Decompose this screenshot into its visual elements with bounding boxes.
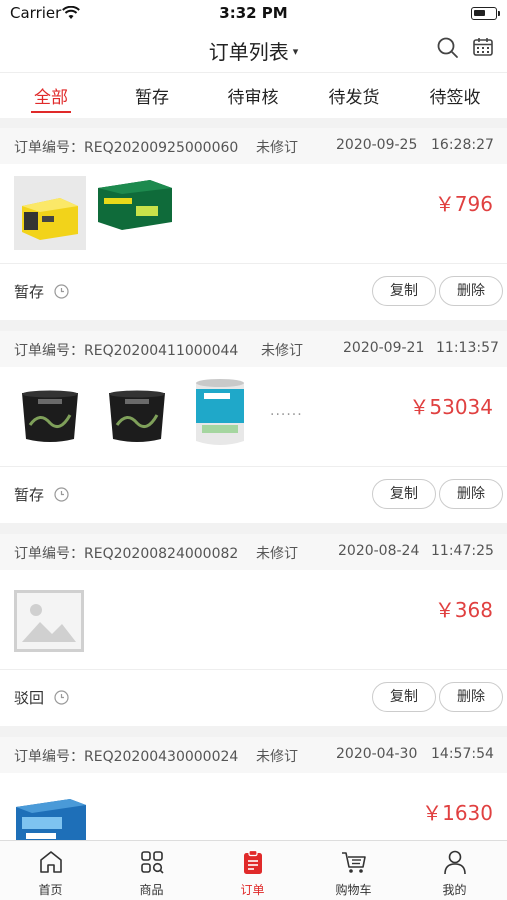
- tab-draft[interactable]: 暂存: [112, 83, 192, 108]
- order-status-tabs: 全部 暂存 待审核 待发货 待签收: [0, 72, 507, 118]
- revision-status: 未修订: [256, 546, 298, 562]
- order-footer: 暂存 复制 删除: [0, 264, 507, 320]
- order-products: ￥796: [0, 164, 507, 264]
- clock-icon: [54, 284, 69, 299]
- tabbar-home[interactable]: 首页: [0, 841, 101, 900]
- order-status: 暂存: [14, 283, 45, 301]
- order-date: 2020-09-21: [343, 340, 425, 356]
- product-thumbnail: [109, 390, 165, 442]
- order-footer: 暂存 复制 删除: [0, 467, 507, 523]
- image-placeholder-icon: [14, 590, 84, 652]
- order-time: 11:13:57: [436, 340, 499, 356]
- calendar-icon[interactable]: [472, 36, 494, 58]
- delete-button[interactable]: 删除: [439, 276, 503, 306]
- tabbar-label: 商品: [139, 883, 164, 897]
- order-header: 订单编号：REQ20200925000060 未修订 2020-09-25 16…: [0, 128, 507, 164]
- copy-button[interactable]: 复制: [372, 682, 436, 712]
- order-clipboard-icon: [244, 849, 262, 874]
- cart-icon: [342, 852, 366, 873]
- clock-icon: [54, 487, 69, 502]
- order-date: 2020-04-30: [336, 746, 418, 762]
- order-products: ￥368: [0, 570, 507, 670]
- tabbar-label: 首页: [38, 883, 63, 897]
- delete-button[interactable]: 删除: [439, 682, 503, 712]
- order-price: ￥1630: [422, 801, 493, 825]
- revision-status: 未修订: [256, 749, 298, 765]
- order-number: 订单编号：REQ20200430000024: [14, 749, 239, 765]
- order-price: ￥796: [434, 192, 493, 216]
- product-thumbnail: [196, 379, 244, 445]
- tabbar-orders[interactable]: 订单: [202, 841, 303, 900]
- revision-status: 未修订: [261, 343, 303, 359]
- grid-search-icon: [141, 851, 164, 874]
- order-time: 16:28:27: [431, 137, 494, 153]
- order-header: 订单编号：REQ20200824000082 未修订 2020-08-24 11…: [0, 534, 507, 570]
- delete-button[interactable]: 删除: [439, 479, 503, 509]
- revision-status: 未修订: [256, 140, 298, 156]
- order-products: ...... ￥53034: [0, 367, 507, 467]
- home-icon: [40, 851, 62, 873]
- order-number: 订单编号：REQ20200411000044: [14, 343, 239, 359]
- more-products-ellipsis: ......: [270, 403, 303, 419]
- copy-button[interactable]: 复制: [372, 479, 436, 509]
- status-bar: Carrier 3:32 PM: [0, 0, 507, 28]
- order-card[interactable]: 订单编号：REQ20200824000082 未修订 2020-08-24 11…: [0, 534, 507, 726]
- tab-all[interactable]: 全部: [11, 83, 91, 108]
- order-header: 订单编号：REQ20200411000044 未修订 2020-09-21 11…: [0, 331, 507, 367]
- order-card[interactable]: 订单编号：REQ20200925000060 未修订 2020-09-25 16…: [0, 128, 507, 320]
- page-title: 订单列表: [208, 40, 289, 64]
- order-header: 订单编号：REQ20200430000024 未修订 2020-04-30 14…: [0, 737, 507, 773]
- search-icon[interactable]: [436, 36, 460, 60]
- page-title-dropdown[interactable]: 订单列表 ▾: [0, 36, 507, 65]
- tab-pending-receipt[interactable]: 待签收: [415, 83, 495, 108]
- order-date: 2020-08-24: [338, 543, 420, 559]
- caret-down-icon: ▾: [292, 45, 299, 58]
- order-number: 订单编号：REQ20200824000082: [14, 546, 239, 562]
- product-thumbnail: [14, 176, 86, 250]
- bottom-tab-bar: 首页 商品 订单 购物车 我的: [0, 840, 507, 900]
- clock-icon: [54, 690, 69, 705]
- tabbar-cart[interactable]: 购物车: [303, 841, 404, 900]
- order-price: ￥53034: [409, 395, 493, 419]
- order-footer: 驳回 复制 删除: [0, 670, 507, 726]
- tabbar-label: 订单: [240, 883, 265, 897]
- order-status: 暂存: [14, 486, 45, 504]
- copy-button[interactable]: 复制: [372, 276, 436, 306]
- user-icon: [444, 850, 466, 875]
- tabbar-profile[interactable]: 我的: [404, 841, 505, 900]
- order-status: 驳回: [14, 689, 45, 707]
- clock-time: 3:32 PM: [219, 4, 288, 22]
- order-card[interactable]: 订单编号：REQ20200430000024 未修订 2020-04-30 14…: [0, 737, 507, 840]
- product-thumbnail: [98, 180, 172, 230]
- order-date: 2020-09-25: [336, 137, 418, 153]
- tabbar-label: 我的: [442, 883, 467, 897]
- order-card[interactable]: 订单编号：REQ20200411000044 未修订 2020-09-21 11…: [0, 331, 507, 523]
- tabbar-label: 购物车: [335, 883, 372, 897]
- order-time: 11:47:25: [431, 543, 494, 559]
- active-tab-indicator: [31, 111, 71, 113]
- tab-pending-shipment[interactable]: 待发货: [314, 83, 394, 108]
- product-thumbnail: [22, 390, 78, 442]
- product-thumbnail: [16, 799, 86, 840]
- order-number: 订单编号：REQ20200925000060: [14, 140, 239, 156]
- tabbar-products[interactable]: 商品: [101, 841, 202, 900]
- order-price: ￥368: [434, 598, 493, 622]
- battery-icon: [471, 7, 500, 20]
- nav-bar: 订单列表 ▾: [0, 28, 507, 72]
- tab-pending-review[interactable]: 待审核: [213, 83, 293, 108]
- order-products: ￥1630: [0, 773, 507, 840]
- order-time: 14:57:54: [431, 746, 494, 762]
